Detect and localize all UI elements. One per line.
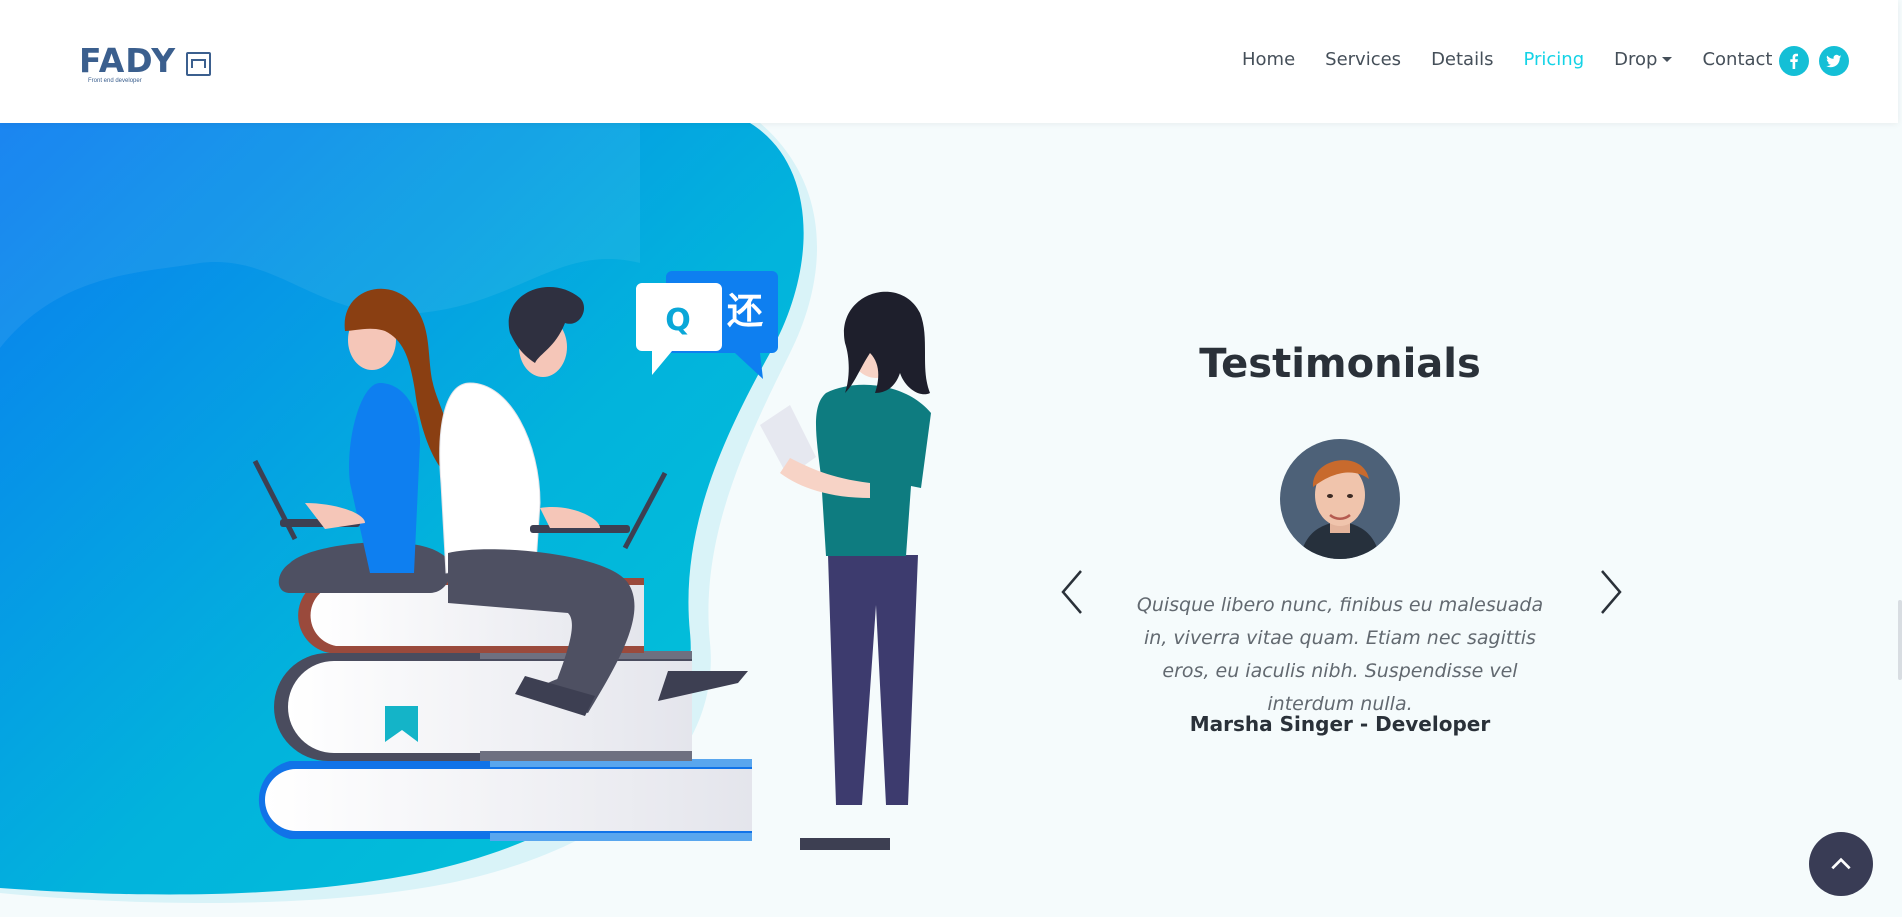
caret-down-icon [1662, 57, 1673, 62]
chevron-left-icon[interactable] [1057, 567, 1087, 617]
bubble-cjk-text: 还 [727, 291, 763, 332]
woman-with-paper [760, 291, 931, 850]
testimonials-section: Testimonials Quisque libero nunc, finibu… [1040, 123, 1640, 823]
nav-contact[interactable]: Contact [1702, 49, 1772, 70]
twitter-icon[interactable] [1819, 46, 1849, 76]
nav-links: Home Services Details Pricing Drop Conta… [1242, 49, 1802, 70]
laptop-icon [186, 52, 212, 76]
navbar: FADY Front end developer Home Services D… [0, 0, 1898, 123]
nav-services[interactable]: Services [1325, 49, 1401, 70]
nav-home[interactable]: Home [1242, 49, 1295, 70]
scrollbar[interactable] [1898, 600, 1902, 680]
bubble-latin-text: Q [665, 303, 691, 338]
nav-drop-label: Drop [1614, 49, 1658, 70]
logo-text: FADY [79, 41, 177, 80]
facebook-icon[interactable] [1779, 46, 1809, 76]
avatar [1280, 439, 1400, 559]
nav-drop[interactable]: Drop [1614, 49, 1673, 70]
testimonials-title: Testimonials [1199, 341, 1481, 387]
back-to-top-button[interactable] [1809, 832, 1873, 896]
nav-details[interactable]: Details [1431, 49, 1493, 70]
chevron-up-icon [1831, 857, 1851, 870]
testimonial-quote: Quisque libero nunc, finibus eu malesuad… [1136, 594, 1544, 715]
logo-tagline: Front end developer [88, 78, 142, 84]
logo[interactable]: FADY Front end developer [79, 41, 212, 84]
testimonial-author: Marsha Singer - Developer [1189, 712, 1491, 736]
nav-pricing[interactable]: Pricing [1523, 49, 1584, 70]
chevron-right-icon[interactable] [1596, 567, 1626, 617]
hero-illustration: 还 Q [0, 123, 931, 903]
